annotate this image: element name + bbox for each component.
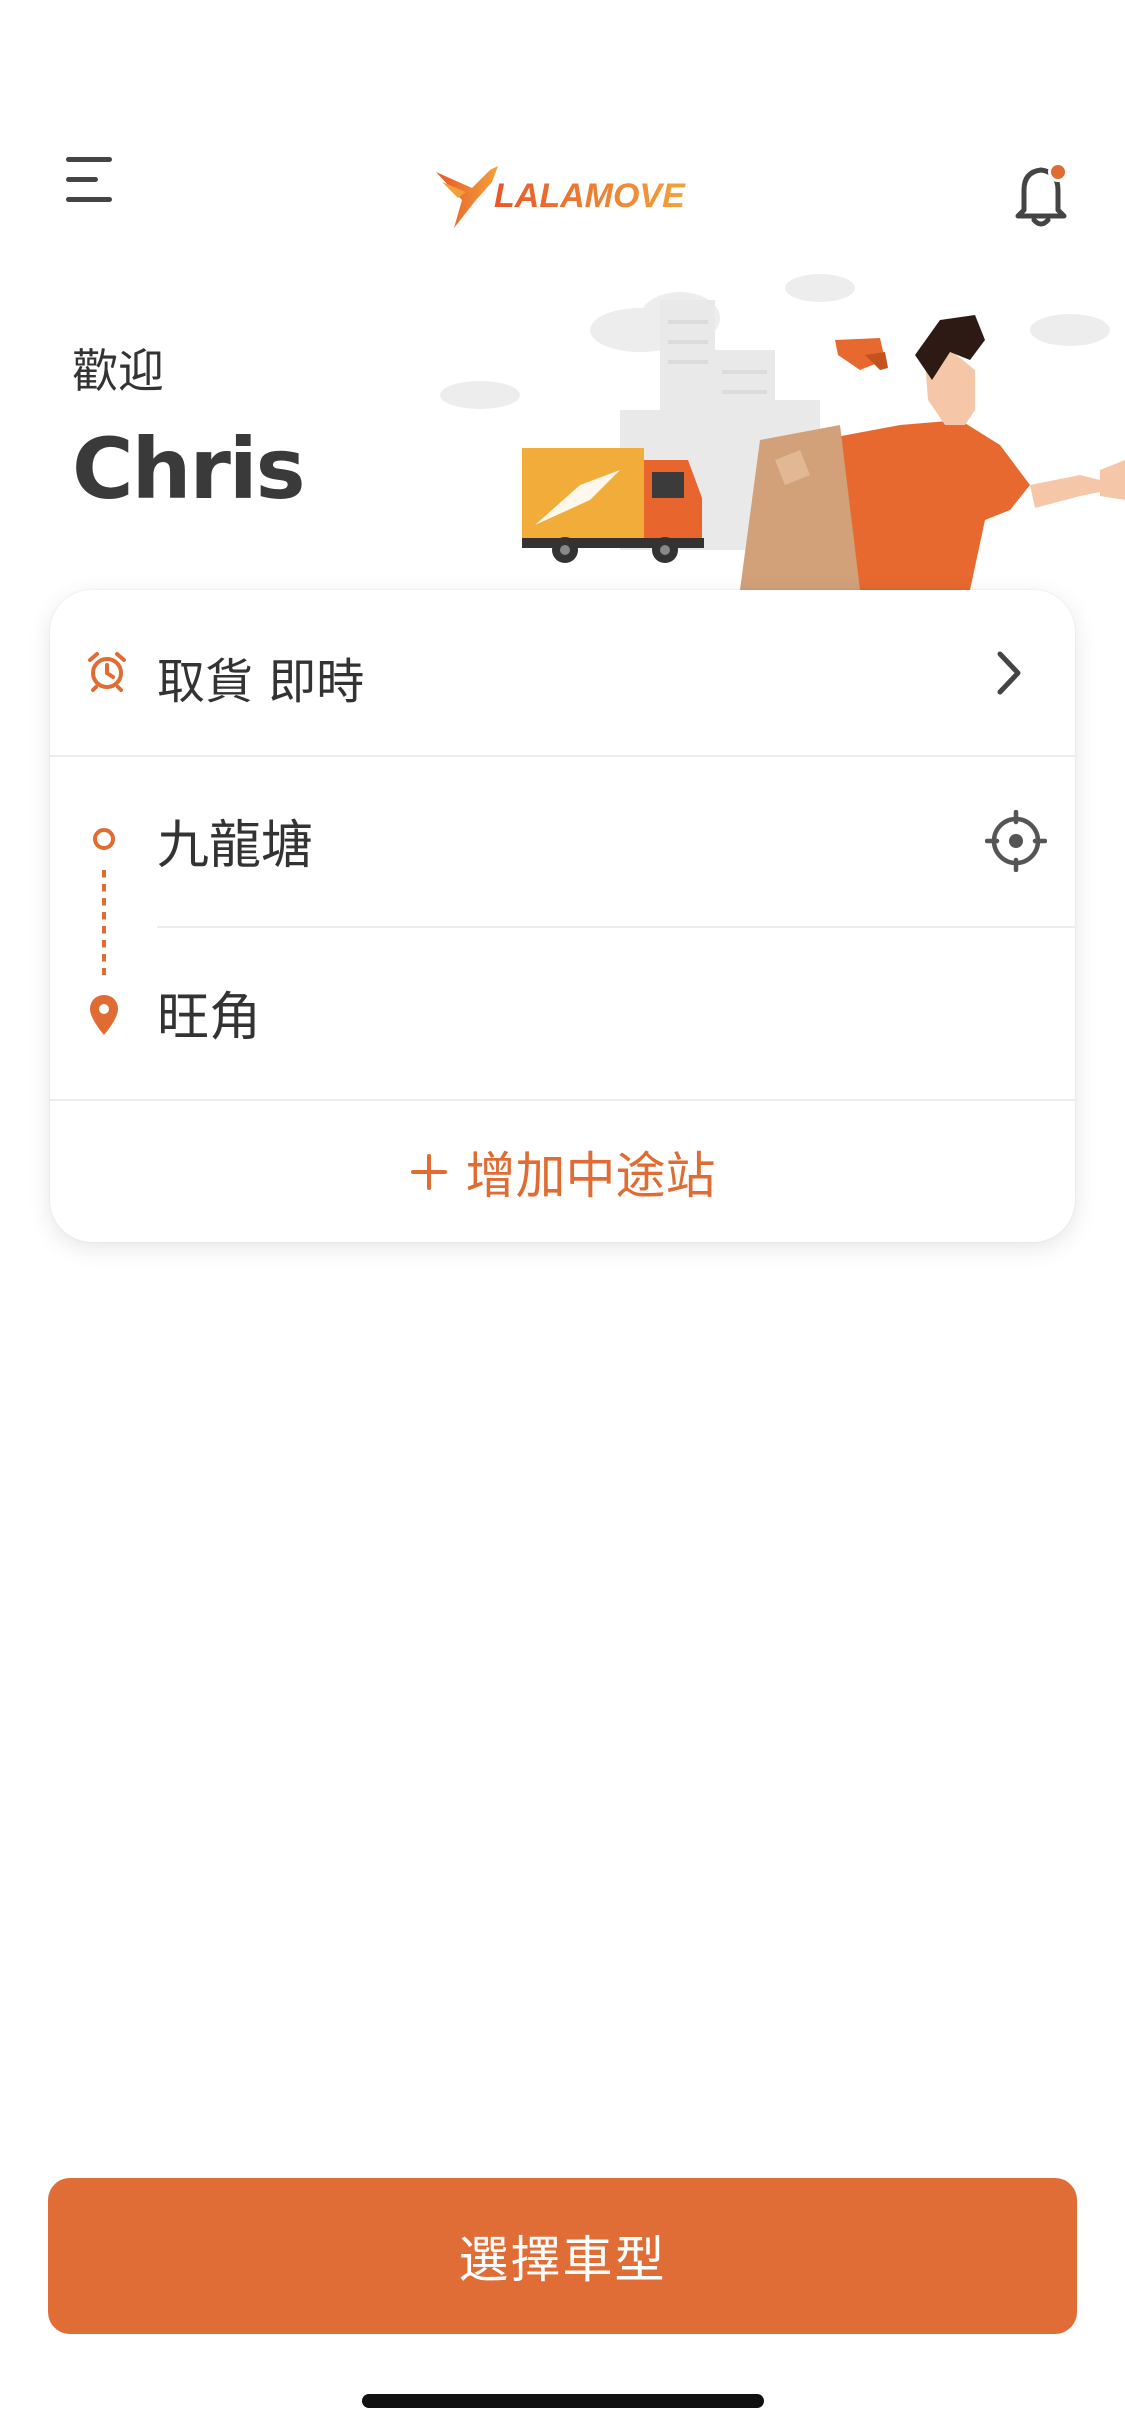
origin-address: 九龍塘 [157, 816, 314, 876]
origin-address-field[interactable]: 九龍塘 [50, 755, 1075, 927]
add-stop-label: 增加中途站 [465, 1146, 716, 1205]
notification-badge [1051, 165, 1065, 179]
destination-address: 旺角 [157, 988, 262, 1048]
user-name: Chris [72, 420, 306, 518]
welcome-label: 歡迎 [72, 344, 164, 398]
add-stop-button[interactable]: 增加中途站 [50, 1101, 1075, 1242]
pickup-time-label: 取貨 即時 [157, 654, 365, 710]
courier-illustration [740, 315, 1125, 590]
route-dotted-line [102, 870, 106, 975]
alarm-clock-icon [88, 652, 126, 692]
plus-icon [410, 1153, 447, 1190]
delivery-illustration [440, 274, 1125, 590]
chevron-right-icon [997, 651, 1021, 695]
bell-icon[interactable] [1010, 158, 1076, 228]
destination-address-field[interactable]: 旺角 [50, 927, 1075, 1099]
select-vehicle-button[interactable]: 選擇車型 [48, 2178, 1077, 2334]
crosshair-icon[interactable] [985, 810, 1047, 872]
truck-illustration [522, 448, 704, 563]
menu-icon[interactable] [62, 150, 122, 210]
lalamove-logo: LALAMOVE [436, 166, 686, 228]
route-card: 取貨 即時 九龍塘 旺角 增加中途站 [50, 590, 1075, 1242]
map-pin-icon [90, 995, 118, 1035]
home-indicator [362, 2394, 764, 2408]
origin-dot-icon [93, 828, 115, 850]
logo-text: LALAMOVE [494, 177, 686, 215]
pickup-time-row[interactable]: 取貨 即時 [50, 590, 1075, 757]
